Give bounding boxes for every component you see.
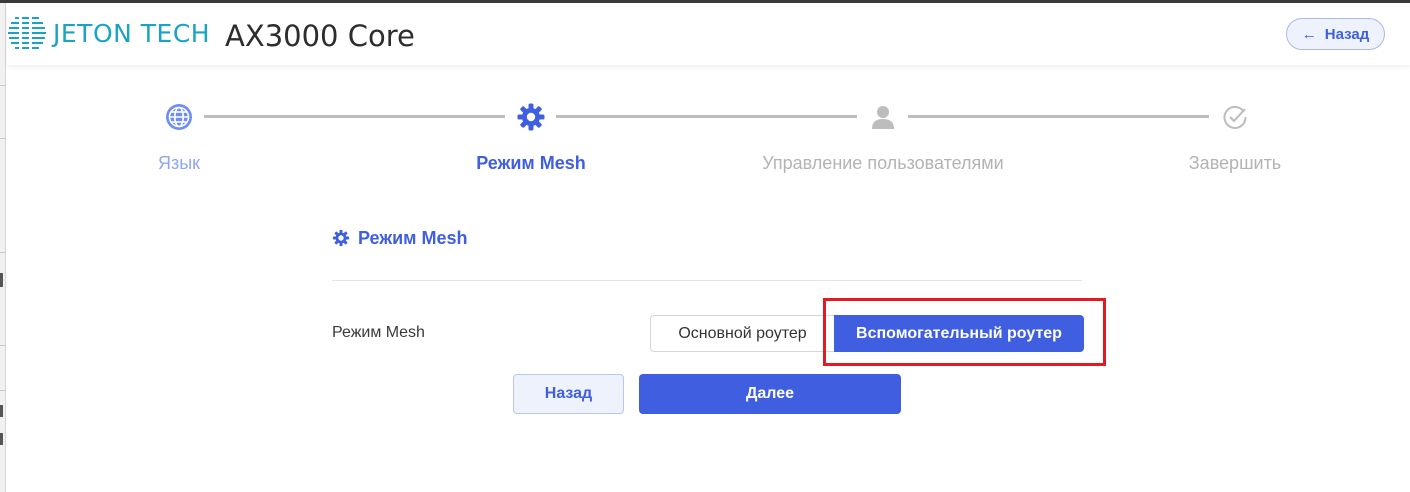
globe-icon <box>164 102 194 132</box>
step-connector <box>556 115 857 118</box>
step-label-users: Управление пользователями <box>762 153 1004 173</box>
setup-stepper: Язык Режим Mesh Управление пользователям… <box>0 95 1410 185</box>
edge-tick <box>0 390 6 391</box>
edge-tick <box>0 345 6 346</box>
step-label-mesh: Режим Mesh <box>476 153 586 173</box>
header-back-button[interactable]: ← Назад <box>1286 18 1385 50</box>
check-circle-icon <box>1220 102 1250 132</box>
app-header: JETON TECH AX3000 Core ← Назад <box>7 3 1410 65</box>
edge-tick <box>0 252 6 253</box>
panel-title: Режим Mesh <box>332 220 1082 256</box>
panel-title-text: Режим Mesh <box>358 227 468 248</box>
user-icon <box>868 102 898 132</box>
step-label-finish: Завершить <box>1188 153 1282 173</box>
next-button[interactable]: Далее <box>639 374 901 414</box>
step-connector <box>908 115 1209 118</box>
product-title: AX3000 Core <box>225 19 415 53</box>
header-back-label: Назад <box>1324 25 1370 43</box>
gear-icon <box>516 102 546 132</box>
step-label-language: Язык <box>157 153 201 173</box>
back-button[interactable]: Назад <box>513 374 624 414</box>
brand-name: JETON TECH <box>53 18 211 48</box>
step-connector <box>204 115 505 118</box>
brand-logo: JETON TECH <box>7 13 210 53</box>
edge-mark <box>0 273 3 287</box>
main-router-option[interactable]: Основной роутер <box>650 315 834 352</box>
edge-tick <box>0 85 6 86</box>
arrow-left-icon: ← <box>1301 25 1317 43</box>
panel-divider <box>332 280 1082 281</box>
edge-mark <box>0 433 3 445</box>
mesh-mode-label: Режим Mesh <box>332 324 425 341</box>
highlight-annotation-box <box>823 298 1106 366</box>
gear-icon <box>332 229 350 247</box>
mesh-settings-panel: Режим Mesh Режим Mesh Основной роутер Вс… <box>332 220 1084 352</box>
edge-mark <box>0 405 3 417</box>
left-window-edge <box>0 3 6 492</box>
brand-logo-icon <box>8 17 46 49</box>
